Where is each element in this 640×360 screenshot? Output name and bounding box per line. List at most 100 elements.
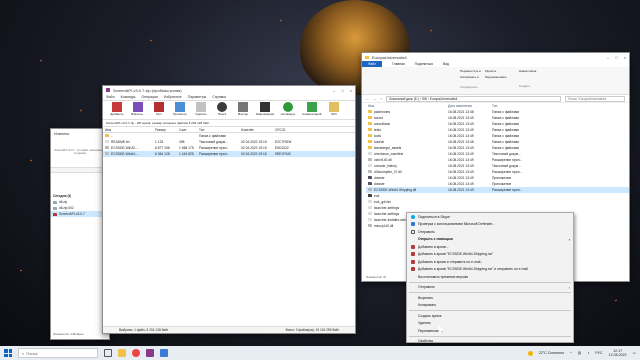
- chrome-taskbar-icon[interactable]: [132, 349, 140, 357]
- col-name[interactable]: Имя: [105, 128, 155, 132]
- minimize-icon[interactable]: –: [607, 55, 609, 60]
- forward-icon[interactable]: →: [373, 97, 376, 101]
- tool-delete[interactable]: Удалить: [191, 102, 211, 118]
- winrar-path-bar[interactable]: ScreenAPI-v3.0.7.zip - ZIP архив, размер…: [103, 120, 355, 127]
- close-icon[interactable]: ×: [350, 88, 352, 93]
- tool-view[interactable]: Просмотр: [170, 102, 190, 118]
- breadcrumb-eu4[interactable]: EuropaUniversalis4: [430, 97, 458, 101]
- menu-item-copy[interactable]: Копировать: [407, 302, 573, 310]
- tree-item[interactable]: ScreenAPI-v3.0.7: [51, 211, 109, 217]
- context-menu: Поделиться в Skype Проверка с использова…: [406, 212, 574, 343]
- col-type[interactable]: Тип: [199, 128, 241, 132]
- winrar-window[interactable]: ScreenAPI-v3.0.7.zip (пробная копия) – □ ×…: [102, 85, 356, 334]
- tool-find[interactable]: Поиск: [212, 102, 232, 118]
- maximize-icon[interactable]: □: [341, 88, 343, 93]
- tool-antivirus[interactable]: Антивирус: [277, 102, 299, 118]
- tool-extract[interactable]: Извлечь...: [128, 102, 148, 118]
- tab-share[interactable]: Поделиться: [415, 62, 433, 66]
- copy-to-button[interactable]: Копировать в: [460, 75, 481, 79]
- tool-info[interactable]: Информация: [254, 102, 276, 118]
- col-date[interactable]: Дата изменения: [448, 104, 492, 108]
- menu-favorites[interactable]: Избранное: [164, 95, 182, 99]
- search-box[interactable]: Поиск: EuropaUniversalis4: [565, 95, 625, 102]
- menu-item-create-shortcut[interactable]: Создать ярлык: [407, 312, 573, 320]
- tree-group-today[interactable]: Сегодня (3): [53, 194, 71, 198]
- windows-start-icon[interactable]: [4, 349, 12, 357]
- menu-item-rename[interactable]: Переименовать: [407, 327, 573, 335]
- tab-view[interactable]: Вид: [443, 62, 449, 66]
- menu-operations[interactable]: Операции: [141, 95, 157, 99]
- menu-item-send-to[interactable]: Отправить ›: [407, 284, 573, 292]
- rename-button[interactable]: Переименовать: [485, 75, 507, 79]
- menu-item-open-with[interactable]: Открыть с помощью ›: [407, 236, 573, 244]
- clock-date[interactable]: 12.08.2022: [609, 353, 627, 357]
- menu-item-add-rar-email[interactable]: Добавить в архив "ECSSDE-Win64-Shipping.…: [407, 266, 573, 274]
- store-taskbar-icon[interactable]: [160, 349, 168, 357]
- menu-item-properties[interactable]: Свойства: [407, 338, 573, 346]
- menu-file[interactable]: Файл: [106, 95, 115, 99]
- delete-button[interactable]: Удалить: [485, 69, 507, 73]
- tool-test[interactable]: Тест: [149, 102, 169, 118]
- status-total: Всего: 3 файла(ов), 15 116 295 байт: [285, 328, 339, 332]
- minimize-icon[interactable]: –: [333, 88, 335, 93]
- up-icon[interactable]: ↑: [380, 97, 382, 101]
- col-crc[interactable]: CRC32: [275, 128, 299, 132]
- menu-item-add-archive[interactable]: Добавить в архив...: [407, 243, 573, 251]
- col-name[interactable]: Имя: [368, 104, 448, 108]
- tray-chevron-icon[interactable]: ^: [570, 351, 572, 355]
- weather-text[interactable]: 22°C Солнечно: [539, 351, 564, 355]
- menu-item-restore[interactable]: Восстановить прежнюю версию: [407, 273, 573, 281]
- address-bar[interactable]: ← → ↑ Локальный диск (E:) › SW › EuropaUni…: [362, 95, 629, 103]
- menu-help[interactable]: Справка: [212, 95, 226, 99]
- explorer-file-list: patchnotes 16.08.2021 13:48 Папка с файлам…: [366, 109, 629, 229]
- winrar-taskbar-icon[interactable]: [146, 349, 154, 357]
- taskbar-search-input[interactable]: Поиск: [26, 351, 37, 356]
- group-create: Создать: [518, 84, 531, 88]
- back-icon[interactable]: ←: [366, 97, 369, 101]
- menu-item-delete[interactable]: Удалить: [407, 320, 573, 328]
- move-to-button[interactable]: Переместить в: [460, 69, 481, 73]
- winrar-titlebar[interactable]: ScreenAPI-v3.0.7.zip (пробная копия) – □ ×: [103, 86, 355, 94]
- group-organize: Упорядочить: [460, 85, 478, 89]
- menu-item-add-email[interactable]: Добавить в архив и отправить по e-mail..…: [407, 258, 573, 266]
- close-icon[interactable]: ×: [624, 55, 626, 60]
- search-input[interactable]: Поиск: EuropaUniversalis4: [568, 97, 606, 101]
- rar-icon: [411, 252, 415, 257]
- tool-wizard[interactable]: Мастер: [233, 102, 253, 118]
- taskbar-search[interactable]: ⌕ Поиск: [18, 348, 98, 358]
- breadcrumb-sw[interactable]: SW: [422, 97, 427, 101]
- menu-item-defender[interactable]: Проверка с использованием Microsoft Defe…: [407, 221, 573, 229]
- test-icon: [154, 102, 164, 112]
- task-view-icon[interactable]: [104, 349, 112, 357]
- maximize-icon[interactable]: □: [615, 55, 617, 60]
- col-packed[interactable]: Сжат: [179, 128, 199, 132]
- network-icon[interactable]: ▥: [578, 351, 581, 355]
- tool-comment[interactable]: Комментарий: [300, 102, 324, 118]
- volume-icon[interactable]: ◖: [587, 351, 589, 355]
- col-modified[interactable]: Изменён: [241, 128, 275, 132]
- folder-icon: [365, 55, 369, 59]
- extract-window[interactable]: Извлечь ScreenAPI-v3.0.7 - это файл, изв…: [50, 128, 110, 340]
- explorer-titlebar[interactable]: EuropaUniversalis4 – □ ×: [362, 53, 629, 61]
- tab-home[interactable]: Главная: [392, 62, 405, 66]
- menu-item-cut[interactable]: Вырезать: [407, 294, 573, 302]
- winrar-icon: [106, 88, 110, 92]
- explorer-taskbar-icon[interactable]: [118, 349, 126, 357]
- extract-window-titlebar[interactable]: Извлечь: [51, 129, 109, 137]
- col-size[interactable]: Размер: [155, 128, 179, 132]
- menu-item-add-rar[interactable]: Добавить в архив "ECSSDE-Win64-Shipping.…: [407, 251, 573, 259]
- notifications-icon[interactable]: ▭: [633, 351, 636, 355]
- menu-item-share[interactable]: Отправить: [407, 228, 573, 236]
- col-type[interactable]: Тип: [492, 104, 552, 108]
- explorer-status: Элементов: 37: [366, 275, 387, 279]
- language-indicator[interactable]: РУС: [595, 351, 602, 355]
- menu-commands[interactable]: Команды: [121, 95, 136, 99]
- menu-options[interactable]: Параметры: [188, 95, 207, 99]
- tab-file[interactable]: Файл: [362, 61, 383, 67]
- table-row[interactable]: ECSSDE-Win64-... 6 364 128 1 444 825 Расшир…: [103, 151, 355, 157]
- tool-sfx[interactable]: SFX: [325, 102, 343, 118]
- tool-add[interactable]: Добавить: [107, 102, 127, 118]
- new-folder-button[interactable]: Новая папка: [519, 69, 537, 73]
- breadcrumb-drive[interactable]: Локальный диск (E:): [389, 97, 419, 101]
- menu-item-skype[interactable]: Поделиться в Skype: [407, 213, 573, 221]
